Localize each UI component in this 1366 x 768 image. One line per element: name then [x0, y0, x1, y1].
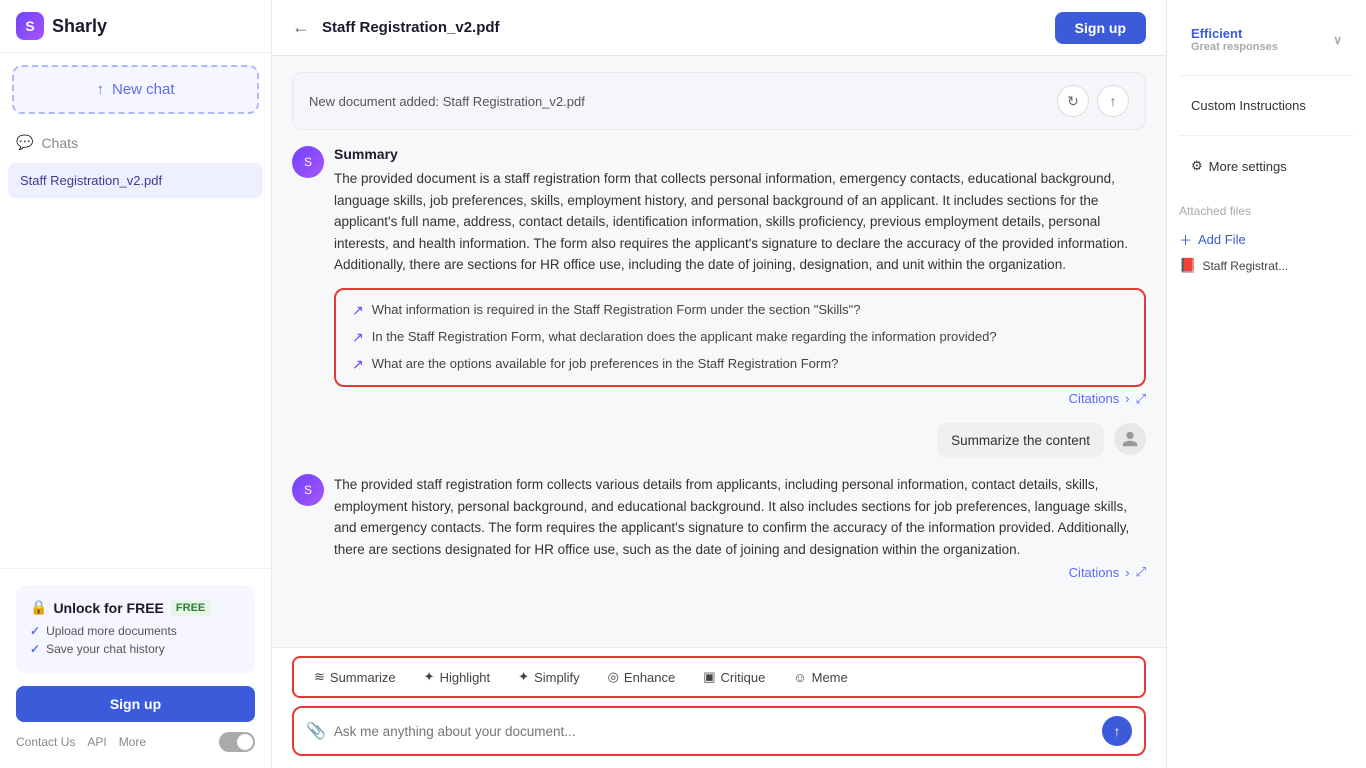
- unlock-title: 🔒 Unlock for FREE FREE: [30, 599, 241, 616]
- new-chat-icon: ↑: [96, 81, 104, 98]
- simplify-button[interactable]: ✦ Simplify: [506, 664, 591, 690]
- suggested-question-1[interactable]: ↗ What information is required in the St…: [352, 302, 1128, 319]
- doc-added-text: New document added: Staff Registration_v…: [309, 94, 585, 109]
- suggested-questions-box: ↗ What information is required in the St…: [334, 288, 1146, 387]
- chevron-right-icon-2: ›: [1125, 565, 1129, 580]
- unlock-item-1: Upload more documents: [30, 624, 241, 638]
- sidebar-footer: 🔒 Unlock for FREE FREE Upload more docum…: [0, 568, 271, 768]
- user-avatar: [1114, 423, 1146, 455]
- attach-icon[interactable]: 📎: [306, 721, 326, 741]
- expand-icon: ⤢: [1136, 391, 1146, 407]
- pdf-icon: 📕: [1179, 257, 1196, 274]
- api-link[interactable]: API: [87, 735, 106, 749]
- more-settings-label: More settings: [1209, 159, 1287, 174]
- summarize-icon: ≋: [314, 669, 325, 685]
- simplify-icon: ✦: [518, 669, 529, 685]
- message-bubble: Summary The provided document is a staff…: [334, 146, 1146, 407]
- user-message: Summarize the content: [937, 423, 1104, 458]
- main-area: ← Staff Registration_v2.pdf Sign up New …: [272, 0, 1166, 768]
- suggested-question-3[interactable]: ↗ What are the options available for job…: [352, 356, 1128, 373]
- suggested-question-2[interactable]: ↗ In the Staff Registration Form, what d…: [352, 329, 1128, 346]
- right-panel: Efficient Great responses ∨ Custom Instr…: [1166, 0, 1366, 768]
- summary-label: Summary: [334, 146, 1146, 162]
- custom-instructions-label: Custom Instructions: [1191, 98, 1306, 113]
- panel-divider-1: [1179, 75, 1354, 76]
- footer-links: Contact Us API More: [16, 732, 255, 752]
- share-button[interactable]: ↑: [1097, 85, 1129, 117]
- sidebar-header: S Sharly: [0, 0, 271, 53]
- chat-area: New document added: Staff Registration_v…: [272, 56, 1166, 647]
- unlock-box: 🔒 Unlock for FREE FREE Upload more docum…: [16, 585, 255, 674]
- plus-icon: ＋: [1179, 230, 1192, 249]
- enhance-icon: ◎: [608, 669, 619, 685]
- add-file-button[interactable]: ＋ Add File: [1179, 226, 1354, 253]
- contact-us-link[interactable]: Contact Us: [16, 735, 75, 749]
- summarize-button[interactable]: ≋ Summarize: [302, 664, 408, 690]
- send-button[interactable]: ↑: [1102, 716, 1132, 746]
- top-sign-up-button[interactable]: Sign up: [1055, 12, 1146, 44]
- refresh-button[interactable]: ↻: [1057, 85, 1089, 117]
- gear-icon: ⚙: [1191, 158, 1203, 174]
- sidebar: S Sharly ↑ New chat 💬 Chats Staff Regist…: [0, 0, 272, 768]
- panel-efficient[interactable]: Efficient Great responses ∨: [1179, 16, 1354, 63]
- efficient-label: Efficient: [1191, 26, 1278, 41]
- citations-bar-1[interactable]: Citations › ⤢: [334, 391, 1146, 407]
- assistant-avatar: S: [292, 146, 324, 178]
- attached-label: Attached files: [1179, 204, 1354, 218]
- assistant-avatar-2: S: [292, 474, 324, 506]
- dark-mode-toggle[interactable]: [219, 732, 255, 752]
- critique-button[interactable]: ▣ Critique: [691, 664, 777, 690]
- chevron-right-icon: ›: [1125, 391, 1129, 406]
- document-title: Staff Registration_v2.pdf: [322, 19, 1043, 36]
- critique-icon: ▣: [703, 669, 715, 685]
- action-toolbar: ≋ Summarize ✦ Highlight ✦ Simplify ◎ Enh…: [292, 656, 1146, 698]
- logo-icon: S: [16, 12, 44, 40]
- expand-icon-2: ⤢: [1136, 564, 1146, 580]
- message-text: The provided document is a staff registr…: [334, 168, 1146, 276]
- top-bar: ← Staff Registration_v2.pdf Sign up: [272, 0, 1166, 56]
- attached-file-name: Staff Registrat...: [1202, 259, 1288, 273]
- message-bubble-2: The provided staff registration form col…: [334, 474, 1146, 580]
- message-row: S Summary The provided document is a sta…: [292, 146, 1146, 407]
- panel-more-settings[interactable]: ⚙ More settings: [1179, 148, 1354, 184]
- highlight-icon: ✦: [424, 669, 435, 685]
- message-row-2: S The provided staff registration form c…: [292, 474, 1146, 580]
- attached-file-item: 📕 Staff Registrat...: [1179, 253, 1354, 278]
- meme-button[interactable]: ☺ Meme: [781, 664, 859, 690]
- chevron-down-icon: ∨: [1333, 33, 1342, 47]
- arrow-icon: ↗: [352, 329, 364, 346]
- new-chat-label: New chat: [112, 81, 175, 98]
- citations-bar-2[interactable]: Citations › ⤢: [334, 564, 1146, 580]
- chats-icon: 💬: [16, 134, 33, 151]
- message-text-2: The provided staff registration form col…: [334, 474, 1146, 560]
- sidebar-sign-up-button[interactable]: Sign up: [16, 686, 255, 722]
- chats-section-label: 💬 Chats: [0, 126, 271, 159]
- more-link[interactable]: More: [119, 735, 146, 749]
- panel-efficient-content: Efficient Great responses: [1191, 26, 1278, 53]
- bottom-area: ≋ Summarize ✦ Highlight ✦ Simplify ◎ Enh…: [272, 647, 1166, 768]
- back-button[interactable]: ←: [292, 17, 310, 38]
- highlight-button[interactable]: ✦ Highlight: [412, 664, 503, 690]
- attached-files-section: Attached files ＋ Add File 📕 Staff Regist…: [1179, 204, 1354, 278]
- panel-divider-2: [1179, 135, 1354, 136]
- sidebar-chat-item[interactable]: Staff Registration_v2.pdf: [8, 163, 263, 198]
- arrow-icon: ↗: [352, 356, 364, 373]
- toggle-thumb: [237, 734, 253, 750]
- free-badge: FREE: [170, 600, 211, 616]
- chat-input[interactable]: [334, 724, 1094, 739]
- new-chat-button[interactable]: ↑ New chat: [12, 65, 259, 114]
- efficient-sublabel: Great responses: [1191, 41, 1278, 53]
- doc-added-bar: New document added: Staff Registration_v…: [292, 72, 1146, 130]
- app-name: Sharly: [52, 16, 107, 37]
- lock-icon: 🔒: [30, 599, 47, 616]
- enhance-button[interactable]: ◎ Enhance: [596, 664, 688, 690]
- user-message-row: Summarize the content: [292, 423, 1146, 458]
- chat-input-row: 📎 ↑: [292, 706, 1146, 756]
- unlock-item-2: Save your chat history: [30, 642, 241, 656]
- panel-custom-instructions[interactable]: Custom Instructions: [1179, 88, 1354, 123]
- meme-icon: ☺: [793, 670, 806, 685]
- arrow-icon: ↗: [352, 302, 364, 319]
